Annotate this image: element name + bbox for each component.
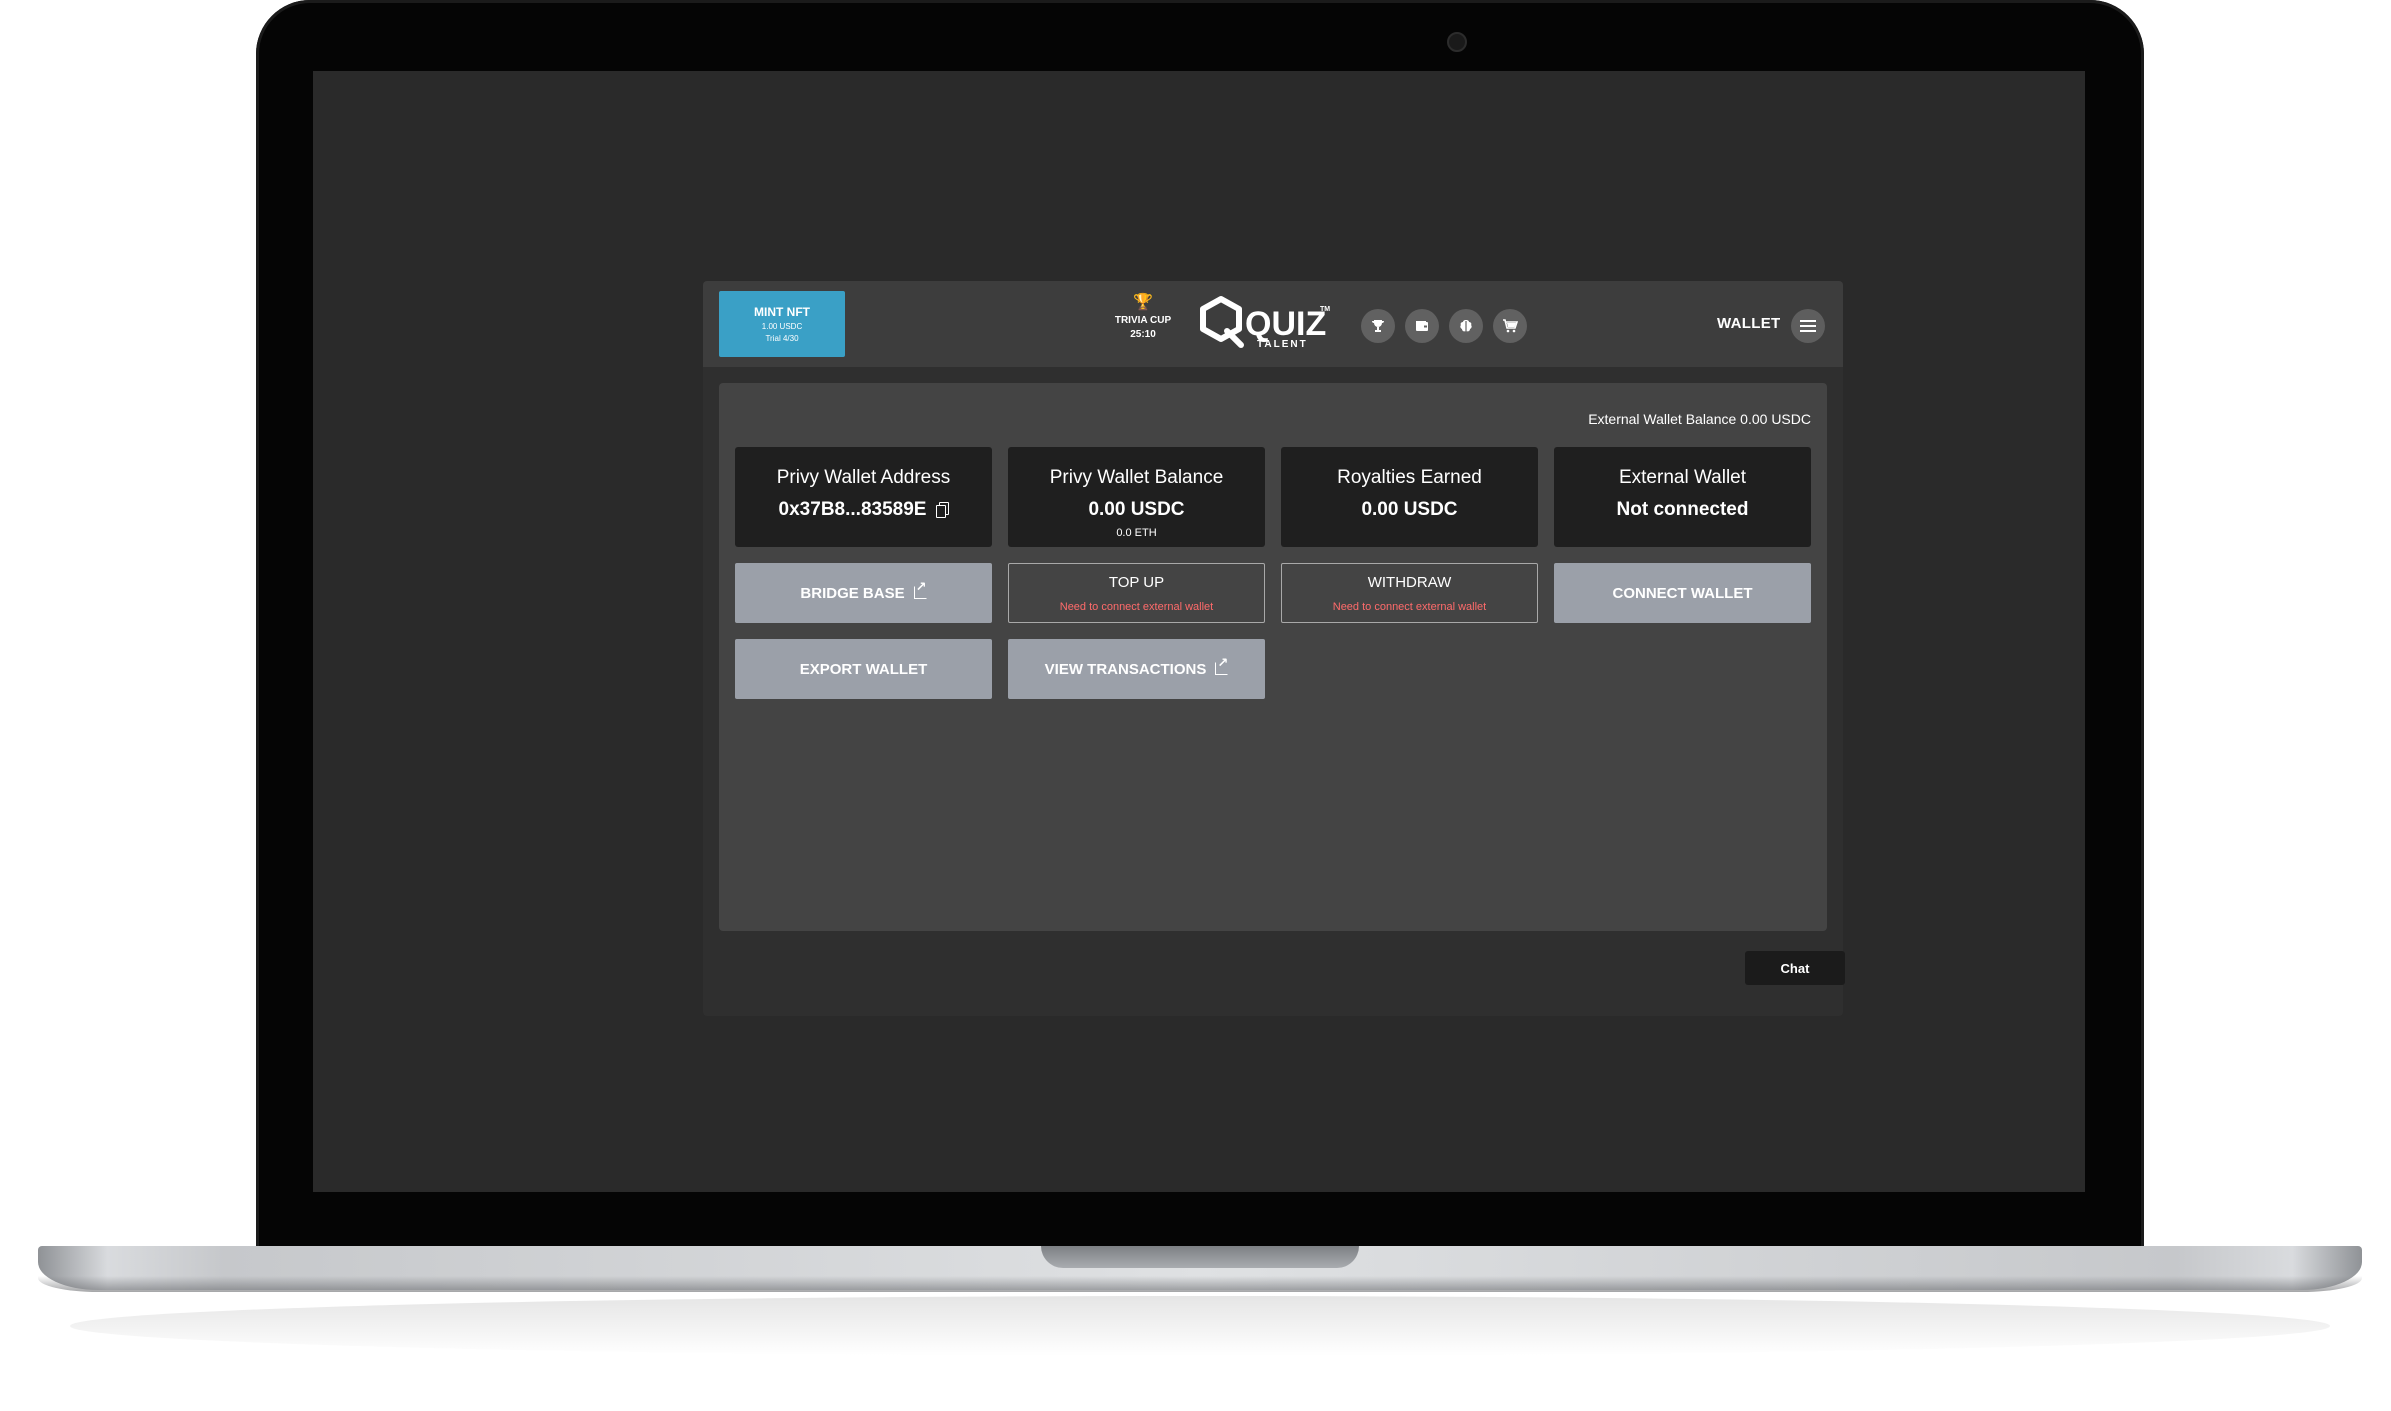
view-transactions-button[interactable]: VIEW TRANSACTIONS <box>1008 639 1265 699</box>
external-wallet-card: External Wallet Not connected <box>1554 447 1811 547</box>
wallet-app: MINT NFT 1.00 USDC Trial 4/30 🏆 TRIVIA C… <box>703 281 1843 1016</box>
connect-wallet-button[interactable]: CONNECT WALLET <box>1554 563 1811 623</box>
wallet-nav-label[interactable]: WALLET <box>1717 315 1780 332</box>
mint-nft-trial: Trial 4/30 <box>765 334 799 343</box>
top-bar: MINT NFT 1.00 USDC Trial 4/30 🏆 TRIVIA C… <box>703 281 1843 367</box>
top-up-label: TOP UP <box>1108 573 1165 591</box>
external-link-icon <box>913 579 927 599</box>
privy-wallet-address-card: Privy Wallet Address 0x37B8...83589E <box>735 447 992 547</box>
withdraw-button[interactable]: WITHDRAW Need to connect external wallet <box>1281 563 1538 623</box>
view-transactions-label: VIEW TRANSACTIONS <box>1044 660 1207 678</box>
logo-subtitle: TALENT <box>1257 339 1308 350</box>
top-up-warning: Need to connect external wallet <box>1059 600 1214 613</box>
card-title: Royalties Earned <box>1337 467 1482 488</box>
privy-wallet-balance-card: Privy Wallet Balance 0.00 USDC 0.0 ETH <box>1008 447 1265 547</box>
wallet-icon[interactable] <box>1405 309 1439 343</box>
trivia-cup-timer[interactable]: 🏆 TRIVIA CUP 25:10 <box>1103 294 1183 341</box>
bridge-base-label-row: BRIDGE BASE <box>800 579 927 602</box>
hamburger-menu-icon[interactable] <box>1791 309 1825 343</box>
external-wallet-balance: External Wallet Balance 0.00 USDC <box>1588 411 1811 427</box>
trophy-icon[interactable] <box>1361 309 1395 343</box>
top-up-button[interactable]: TOP UP Need to connect external wallet <box>1008 563 1265 623</box>
laptop-reflection <box>70 1296 2330 1356</box>
view-transactions-label-row: VIEW TRANSACTIONS <box>1044 655 1229 678</box>
card-title: Privy Wallet Address <box>776 467 951 488</box>
webcam <box>1447 32 1467 52</box>
privy-wallet-address: 0x37B8...83589E <box>778 499 927 520</box>
mint-nft-price: 1.00 USDC <box>761 322 803 331</box>
trophy-icon: 🏆 <box>1133 294 1153 311</box>
brain-icon[interactable] <box>1449 309 1483 343</box>
bridge-base-label: BRIDGE BASE <box>800 584 905 602</box>
card-value-row: 0x37B8...83589E <box>735 499 992 521</box>
mint-nft-button[interactable]: MINT NFT 1.00 USDC Trial 4/30 <box>719 291 845 357</box>
export-wallet-label: EXPORT WALLET <box>799 660 928 678</box>
cart-icon[interactable] <box>1493 309 1527 343</box>
privy-wallet-balance: 0.00 USDC <box>1088 499 1185 520</box>
card-title: External Wallet <box>1618 467 1747 488</box>
trivia-cup-time: 25:10 <box>1130 329 1156 340</box>
laptop-base-shadow <box>38 1276 2362 1292</box>
export-wallet-button[interactable]: EXPORT WALLET <box>735 639 992 699</box>
connect-wallet-label: CONNECT WALLET <box>1612 584 1753 602</box>
copy-icon[interactable] <box>936 502 950 518</box>
privy-wallet-eth-balance: 0.0 ETH <box>1116 527 1157 539</box>
trivia-cup-label: TRIVIA CUP <box>1114 315 1172 326</box>
svg-text:QUIZ: QUIZ <box>1245 305 1326 343</box>
bridge-base-button[interactable]: BRIDGE BASE <box>735 563 992 623</box>
chat-button[interactable]: Chat <box>1745 951 1845 985</box>
laptop-screen: MINT NFT 1.00 USDC Trial 4/30 🏆 TRIVIA C… <box>313 71 2085 1192</box>
wallet-panel: External Wallet Balance 0.00 USDC Privy … <box>719 383 1827 931</box>
withdraw-label: WITHDRAW <box>1367 573 1452 591</box>
quiz-talent-logo[interactable]: QUIZ TM TALENT <box>1197 295 1337 355</box>
external-wallet-status: Not connected <box>1616 499 1749 520</box>
royalties-earned-card: Royalties Earned 0.00 USDC <box>1281 447 1538 547</box>
svg-text:TM: TM <box>1320 306 1330 313</box>
external-link-icon <box>1215 655 1229 675</box>
laptop-hinge-notch <box>1041 1246 1359 1268</box>
card-title: Privy Wallet Balance <box>1049 467 1224 488</box>
withdraw-warning: Need to connect external wallet <box>1332 600 1487 613</box>
mint-nft-title: MINT NFT <box>754 305 810 319</box>
royalties-earned-value: 0.00 USDC <box>1361 499 1458 520</box>
